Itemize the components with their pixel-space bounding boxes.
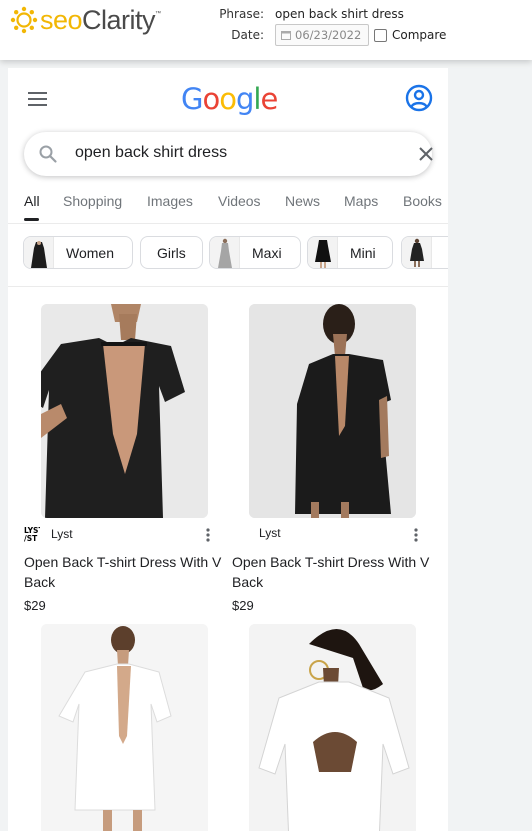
svg-text:/ST: /ST [24, 534, 38, 542]
google-logo-letter: e [260, 82, 278, 116]
chip-girls[interactable]: Girls [140, 236, 203, 269]
tab-all[interactable]: All [24, 193, 40, 209]
refinement-chips: Women Girls Maxi Mini [8, 225, 448, 287]
google-logo-letter: G [181, 82, 204, 116]
chip-maxi[interactable]: Maxi [209, 236, 301, 269]
search-input[interactable]: open back shirt dress [75, 144, 227, 162]
grey-maxi-dress-thumb [210, 237, 240, 268]
product-price: $29 [232, 598, 254, 613]
google-serp-panel: Google open back shirt dress All Shoppin… [8, 68, 448, 831]
chip-label: Maxi [252, 244, 282, 261]
google-logo-letter: o [219, 82, 237, 116]
product-image[interactable] [41, 624, 208, 831]
black-mini-dress-thumb [308, 237, 338, 268]
compare-checkbox[interactable] [374, 28, 387, 42]
tab-news[interactable]: News [285, 193, 320, 209]
search-box[interactable]: open back shirt dress [24, 132, 435, 176]
google-logo-letter: g [235, 82, 254, 116]
product-title[interactable]: Open Back T-shirt Dress With V Back [232, 552, 442, 592]
lyst-logo-icon: LYST /ST [24, 526, 40, 542]
black-dress-thumb [24, 237, 54, 268]
product-image[interactable] [249, 624, 416, 831]
close-icon[interactable] [417, 145, 435, 163]
google-logo-letter: o [202, 82, 220, 116]
date-picker[interactable]: 06/23/2022 [275, 24, 369, 46]
tab-videos[interactable]: Videos [218, 193, 261, 209]
hamburger-menu-icon[interactable] [28, 92, 47, 106]
black-dress-thumb [402, 237, 432, 268]
report-meta: Phrase: open back shirt dress Date: 06/2… [219, 5, 446, 47]
chip-label: Mini [350, 244, 376, 261]
seoclarity-wordmark: seoClarity [40, 4, 156, 35]
sun-logo-icon [10, 6, 38, 34]
product-title[interactable]: Open Back T-shirt Dress With V Back [24, 552, 234, 592]
tab-shopping[interactable]: Shopping [63, 193, 122, 209]
more-options-icon[interactable] [201, 527, 215, 543]
date-value: 06/23/2022 [295, 28, 362, 42]
tab-images[interactable]: Images [147, 193, 193, 209]
date-label: Date: [231, 28, 264, 42]
chip-partial[interactable] [401, 236, 448, 269]
phrase-value: open back shirt dress [275, 7, 404, 21]
search-icon[interactable] [38, 144, 58, 164]
seoclarity-header: seoClarity ™ Phrase: open back shirt dre… [0, 0, 532, 60]
product-image[interactable] [249, 304, 416, 518]
account-circle-icon[interactable] [405, 84, 433, 112]
chip-women[interactable]: Women [23, 236, 133, 269]
product-source[interactable]: LYST /ST Lyst [24, 526, 73, 542]
product-source[interactable]: Lyst [232, 526, 281, 540]
product-image[interactable] [41, 304, 208, 518]
source-name: Lyst [259, 526, 281, 540]
product-price: $29 [24, 598, 46, 613]
more-options-icon[interactable] [409, 527, 423, 543]
chip-label: Girls [157, 244, 186, 261]
trademark-mark: ™ [155, 11, 162, 17]
google-logo[interactable]: Google [181, 82, 278, 116]
active-tab-indicator [24, 218, 39, 221]
chip-mini[interactable]: Mini [307, 236, 393, 269]
seoclarity-logo[interactable]: seoClarity ™ [10, 5, 161, 35]
tab-maps[interactable]: Maps [344, 193, 378, 209]
calendar-icon [281, 31, 291, 40]
search-tabs: All Shopping Images Videos News Maps Boo… [8, 178, 448, 224]
tab-books[interactable]: Books [403, 193, 442, 209]
source-name: Lyst [51, 527, 73, 541]
compare-label[interactable]: Compare [392, 28, 446, 42]
phrase-label: Phrase: [219, 7, 264, 21]
chip-label: Women [66, 244, 114, 261]
